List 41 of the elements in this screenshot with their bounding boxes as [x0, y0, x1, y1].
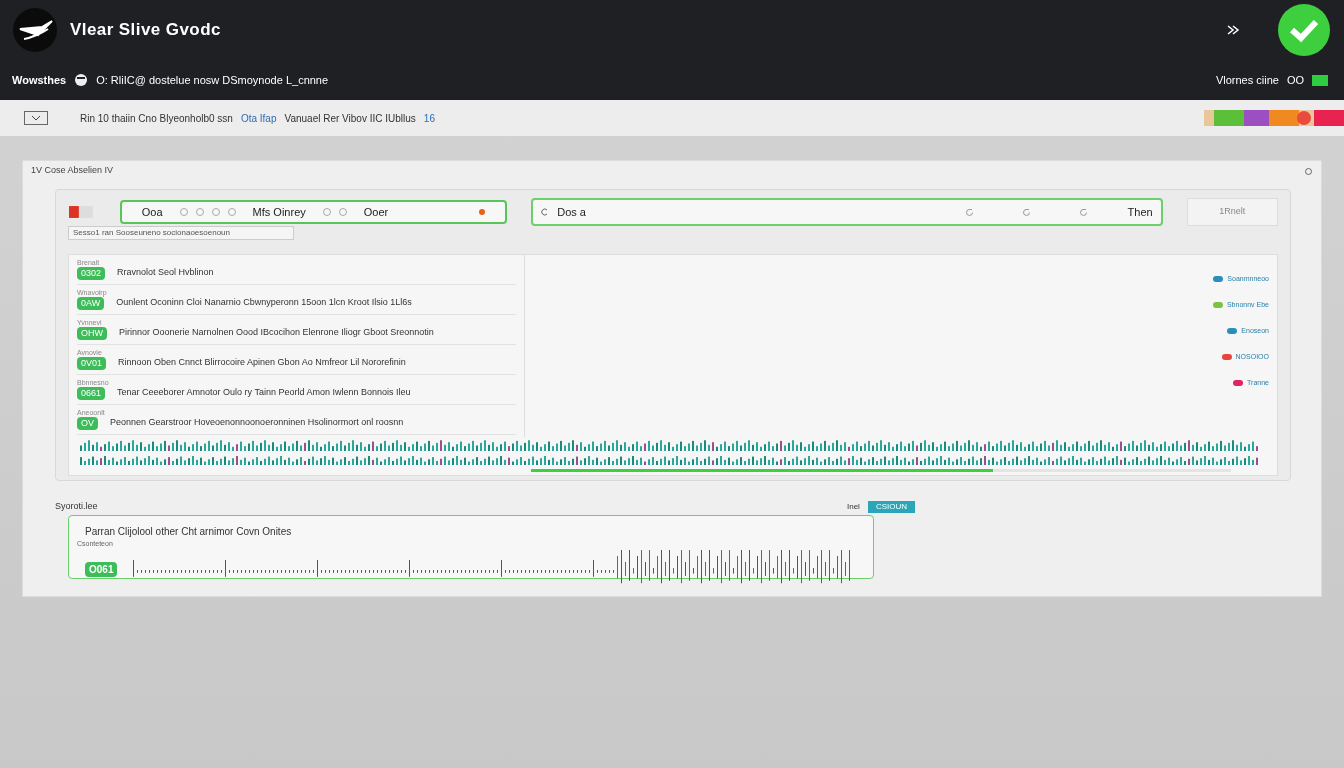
status-badge: 0661 — [77, 386, 106, 400]
refresh-icon[interactable] — [1078, 207, 1088, 217]
status-badge: 0AW — [77, 296, 105, 310]
search-field[interactable]: Ooa Mfs Oinrey Ooer — [119, 200, 508, 224]
chevron-down-icon — [31, 115, 41, 121]
status-value: OO — [1286, 72, 1304, 88]
status-badge: 0302 — [77, 266, 106, 280]
status-right-label: Vlornes ciine — [1215, 72, 1279, 88]
refresh-icon[interactable] — [964, 207, 974, 217]
status-badge: 0V01 — [77, 356, 107, 370]
app-title: Vlear Slive Gvodc — [70, 19, 221, 42]
section-title: Syoroti.lee — [55, 499, 98, 513]
row-text[interactable]: Ounlent Oconinn Cloi Nanarnio Cbwnyperonn 15oon 1lcn Kroot Ilsio 1Ll6s — [116, 296, 412, 310]
row-text[interactable]: Peonnen Gearstroor Hoveoenonnoonoeronninen Hsolinormort onl roosnn — [110, 416, 404, 430]
status-text: O: RliIC@ dostelue nosw DSmoynode L_cnnne — [96, 72, 329, 88]
tab[interactable]: Inel — [846, 501, 860, 513]
status-badge: OV — [77, 416, 98, 430]
dropdown-button[interactable] — [24, 111, 48, 125]
toolbar-text: Rin 10 thaiin Cno Blyeonholb0 ssn — [80, 111, 233, 126]
toolbar-count: 16 — [423, 111, 435, 126]
toolbar-link[interactable]: Ota Ifap — [240, 110, 277, 126]
hint-text: Sesso1 ran Sooseuneno socionaoesoenoun — [68, 226, 294, 240]
search-field[interactable]: Dos a Then — [531, 198, 1163, 226]
circle-icons — [321, 207, 348, 217]
check-icon[interactable] — [1276, 4, 1332, 56]
row-text[interactable]: Pirinnor Ooonerie Narnolnen Oood IBcocihon Elenrone Iliogr Gboot Sreonnotin — [119, 326, 434, 340]
status-badge: O061 — [85, 562, 118, 577]
panel-title: 1V Cose Abselien IV — [31, 164, 114, 178]
circle-icons — [178, 207, 237, 217]
row-text[interactable]: Rinnoon Oben Cnnct Blirrocoire Apinen Gbon Ao Nmfreor Lil Nororefinin — [118, 356, 406, 370]
row-text[interactable]: Rravnolot Seol Hvblinon — [117, 266, 214, 280]
refresh-icon[interactable] — [1021, 207, 1031, 217]
flag-icon — [68, 204, 96, 220]
toolbar-text: Vanuael Rer Vibov IIC IUbllus — [284, 111, 416, 126]
status-label: Wowsthes — [12, 72, 67, 88]
expand-icon[interactable] — [1226, 24, 1240, 36]
card-text: Parran Clijolool other Cht arnimor Covn Onites — [85, 525, 293, 539]
settings-icon[interactable] — [1304, 166, 1313, 176]
bird-logo-icon — [12, 7, 58, 53]
row-text[interactable]: Tenar Ceeeborer Amnotor Oulo ry Tainn Peorld Amon Iwlenn Bonnois Ileu — [117, 386, 411, 400]
status-badge: OHW — [77, 326, 107, 340]
